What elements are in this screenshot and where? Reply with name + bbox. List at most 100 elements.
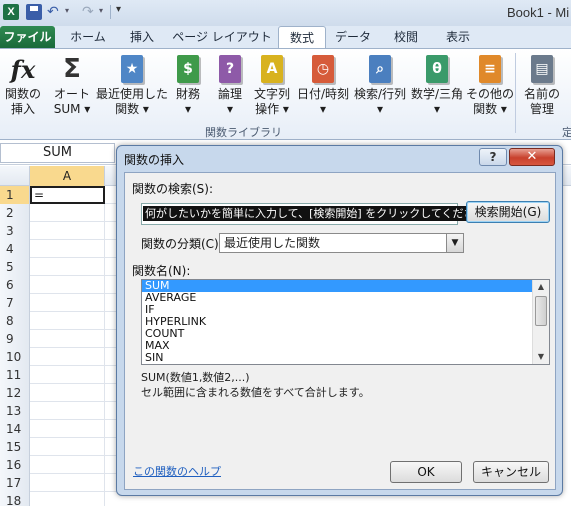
row-header[interactable]: 15 <box>0 438 30 456</box>
listbox-scrollbar[interactable]: ▲ ▼ <box>532 280 549 364</box>
cell[interactable] <box>30 420 105 438</box>
cell[interactable] <box>30 276 105 294</box>
table-row: 14 <box>0 420 120 438</box>
function-description: セル範囲に含まれる数値をすべて合計します。 <box>141 386 370 399</box>
save-icon[interactable] <box>26 4 42 20</box>
tab-page-layout[interactable]: ページ レイアウト <box>170 26 274 48</box>
name-box[interactable]: SUM <box>0 143 115 163</box>
redo-icon[interactable]: ↷ <box>82 4 98 20</box>
insert-function-button[interactable]: fx 関数の 挿入 <box>2 53 44 117</box>
name-manager-button[interactable]: ▤ 名前の 管理 <box>520 53 564 117</box>
ribbon: fx 関数の 挿入 Σ オート SUM ▾ ★ 最近使用した 関数 ▾ $ 財務… <box>0 48 571 140</box>
row-header[interactable]: 13 <box>0 402 30 420</box>
cell[interactable] <box>30 240 105 258</box>
row-header[interactable]: 8 <box>0 312 30 330</box>
cell-a1[interactable]: = <box>30 186 105 204</box>
excel-app-icon[interactable]: X <box>3 4 19 20</box>
row-header[interactable]: 1 <box>0 186 30 204</box>
function-help-link[interactable]: この関数のヘルプ <box>133 463 221 479</box>
text-book-icon: A <box>261 55 283 83</box>
cell[interactable] <box>30 330 105 348</box>
row-header[interactable]: 3 <box>0 222 30 240</box>
function-search-input[interactable]: 何がしたいかを簡単に入力して、[検索開始] をクリックしてください。 <box>141 203 499 225</box>
cancel-button[interactable]: キャンセル <box>473 461 549 483</box>
row-header[interactable]: 18 <box>0 492 30 506</box>
list-item[interactable]: SIN <box>142 352 549 364</box>
row-header[interactable]: 14 <box>0 420 30 438</box>
cell[interactable] <box>30 294 105 312</box>
ribbon-group-divider <box>515 53 516 133</box>
column-header-a[interactable]: A <box>30 166 105 186</box>
button-label: 関数 ▾ <box>473 102 507 116</box>
button-label: 数学/三角 <box>410 87 464 101</box>
undo-icon[interactable]: ↶ <box>47 4 63 20</box>
cell[interactable] <box>30 384 105 402</box>
row-header[interactable]: 6 <box>0 276 30 294</box>
table-row: 18 <box>0 492 120 506</box>
lookup-reference-button[interactable]: ⌕ 検索/行列 ▾ <box>352 53 408 117</box>
row-header[interactable]: 11 <box>0 366 30 384</box>
list-item[interactable]: COUNT <box>142 328 549 340</box>
row-header[interactable]: 17 <box>0 474 30 492</box>
row-header[interactable]: 16 <box>0 456 30 474</box>
scroll-up-icon[interactable]: ▲ <box>533 280 549 294</box>
tab-file[interactable]: ファイル <box>0 26 55 48</box>
row-header[interactable]: 10 <box>0 348 30 366</box>
row-header[interactable]: 7 <box>0 294 30 312</box>
tab-home[interactable]: ホーム <box>64 26 112 48</box>
tab-insert[interactable]: 挿入 <box>122 26 162 48</box>
logical-button[interactable]: ? 論理 ▾ <box>212 53 248 117</box>
chevron-down-icon[interactable]: ▼ <box>446 234 463 252</box>
tab-formulas[interactable]: 数式 <box>278 26 326 49</box>
financial-button[interactable]: $ 財務 ▾ <box>170 53 206 117</box>
date-time-button[interactable]: ◷ 日付/時刻 ▾ <box>294 53 352 117</box>
autosum-button[interactable]: Σ オート SUM ▾ <box>50 53 94 117</box>
row-header[interactable]: 2 <box>0 204 30 222</box>
row-header[interactable]: 9 <box>0 330 30 348</box>
select-all-corner[interactable] <box>0 166 30 186</box>
recently-used-button[interactable]: ★ 最近使用した 関数 ▾ <box>96 53 168 117</box>
cell[interactable] <box>30 402 105 420</box>
undo-dropdown-icon[interactable]: ▾ <box>65 6 69 15</box>
cell[interactable] <box>30 456 105 474</box>
dialog-close-button[interactable]: ✕ <box>509 148 555 166</box>
search-start-button[interactable]: 検索開始(G) <box>466 201 550 223</box>
row-header[interactable]: 4 <box>0 240 30 258</box>
cell[interactable] <box>30 204 105 222</box>
list-item[interactable]: AVERAGE <box>142 292 549 304</box>
ok-button[interactable]: OK <box>390 461 462 483</box>
list-item[interactable]: SUM <box>142 280 532 292</box>
category-select[interactable]: 最近使用した関数 ▼ <box>219 233 464 253</box>
math-trig-button[interactable]: θ 数学/三角 ▾ <box>408 53 466 117</box>
tab-data[interactable]: データ <box>330 26 376 48</box>
customize-quick-access-button[interactable]: ▾ <box>116 4 121 15</box>
cell[interactable] <box>30 492 105 506</box>
cell[interactable] <box>30 438 105 456</box>
scroll-down-icon[interactable]: ▼ <box>533 350 549 364</box>
button-label: ▾ <box>184 102 192 116</box>
function-listbox[interactable]: SUM AVERAGE IF HYPERLINK COUNT MAX SIN ▲ ▼ <box>141 279 550 365</box>
tab-review[interactable]: 校閲 <box>384 26 428 48</box>
row-header[interactable]: 5 <box>0 258 30 276</box>
table-row: 6 <box>0 276 120 294</box>
cell[interactable] <box>30 222 105 240</box>
text-functions-button[interactable]: A 文字列 操作 ▾ <box>250 53 294 117</box>
scroll-thumb[interactable] <box>535 296 547 326</box>
more-functions-button[interactable]: ≡ その他の 関数 ▾ <box>466 53 514 117</box>
toolbar-divider <box>110 5 111 19</box>
cell[interactable] <box>30 366 105 384</box>
button-label: 検索/行列 <box>353 87 407 101</box>
recent-book-icon: ★ <box>121 55 143 83</box>
redo-dropdown-icon[interactable]: ▾ <box>99 6 103 15</box>
list-item[interactable]: HYPERLINK <box>142 316 549 328</box>
tab-view[interactable]: 表示 <box>436 26 480 48</box>
cell[interactable] <box>30 348 105 366</box>
ribbon-group-label: 関数ライブラリ <box>205 126 282 139</box>
row-header[interactable]: 12 <box>0 384 30 402</box>
list-item[interactable]: MAX <box>142 340 549 352</box>
cell[interactable] <box>30 312 105 330</box>
name-manager-icon: ▤ <box>531 55 553 83</box>
dialog-help-button[interactable]: ? <box>479 148 507 166</box>
cell[interactable] <box>30 258 105 276</box>
cell[interactable] <box>30 474 105 492</box>
